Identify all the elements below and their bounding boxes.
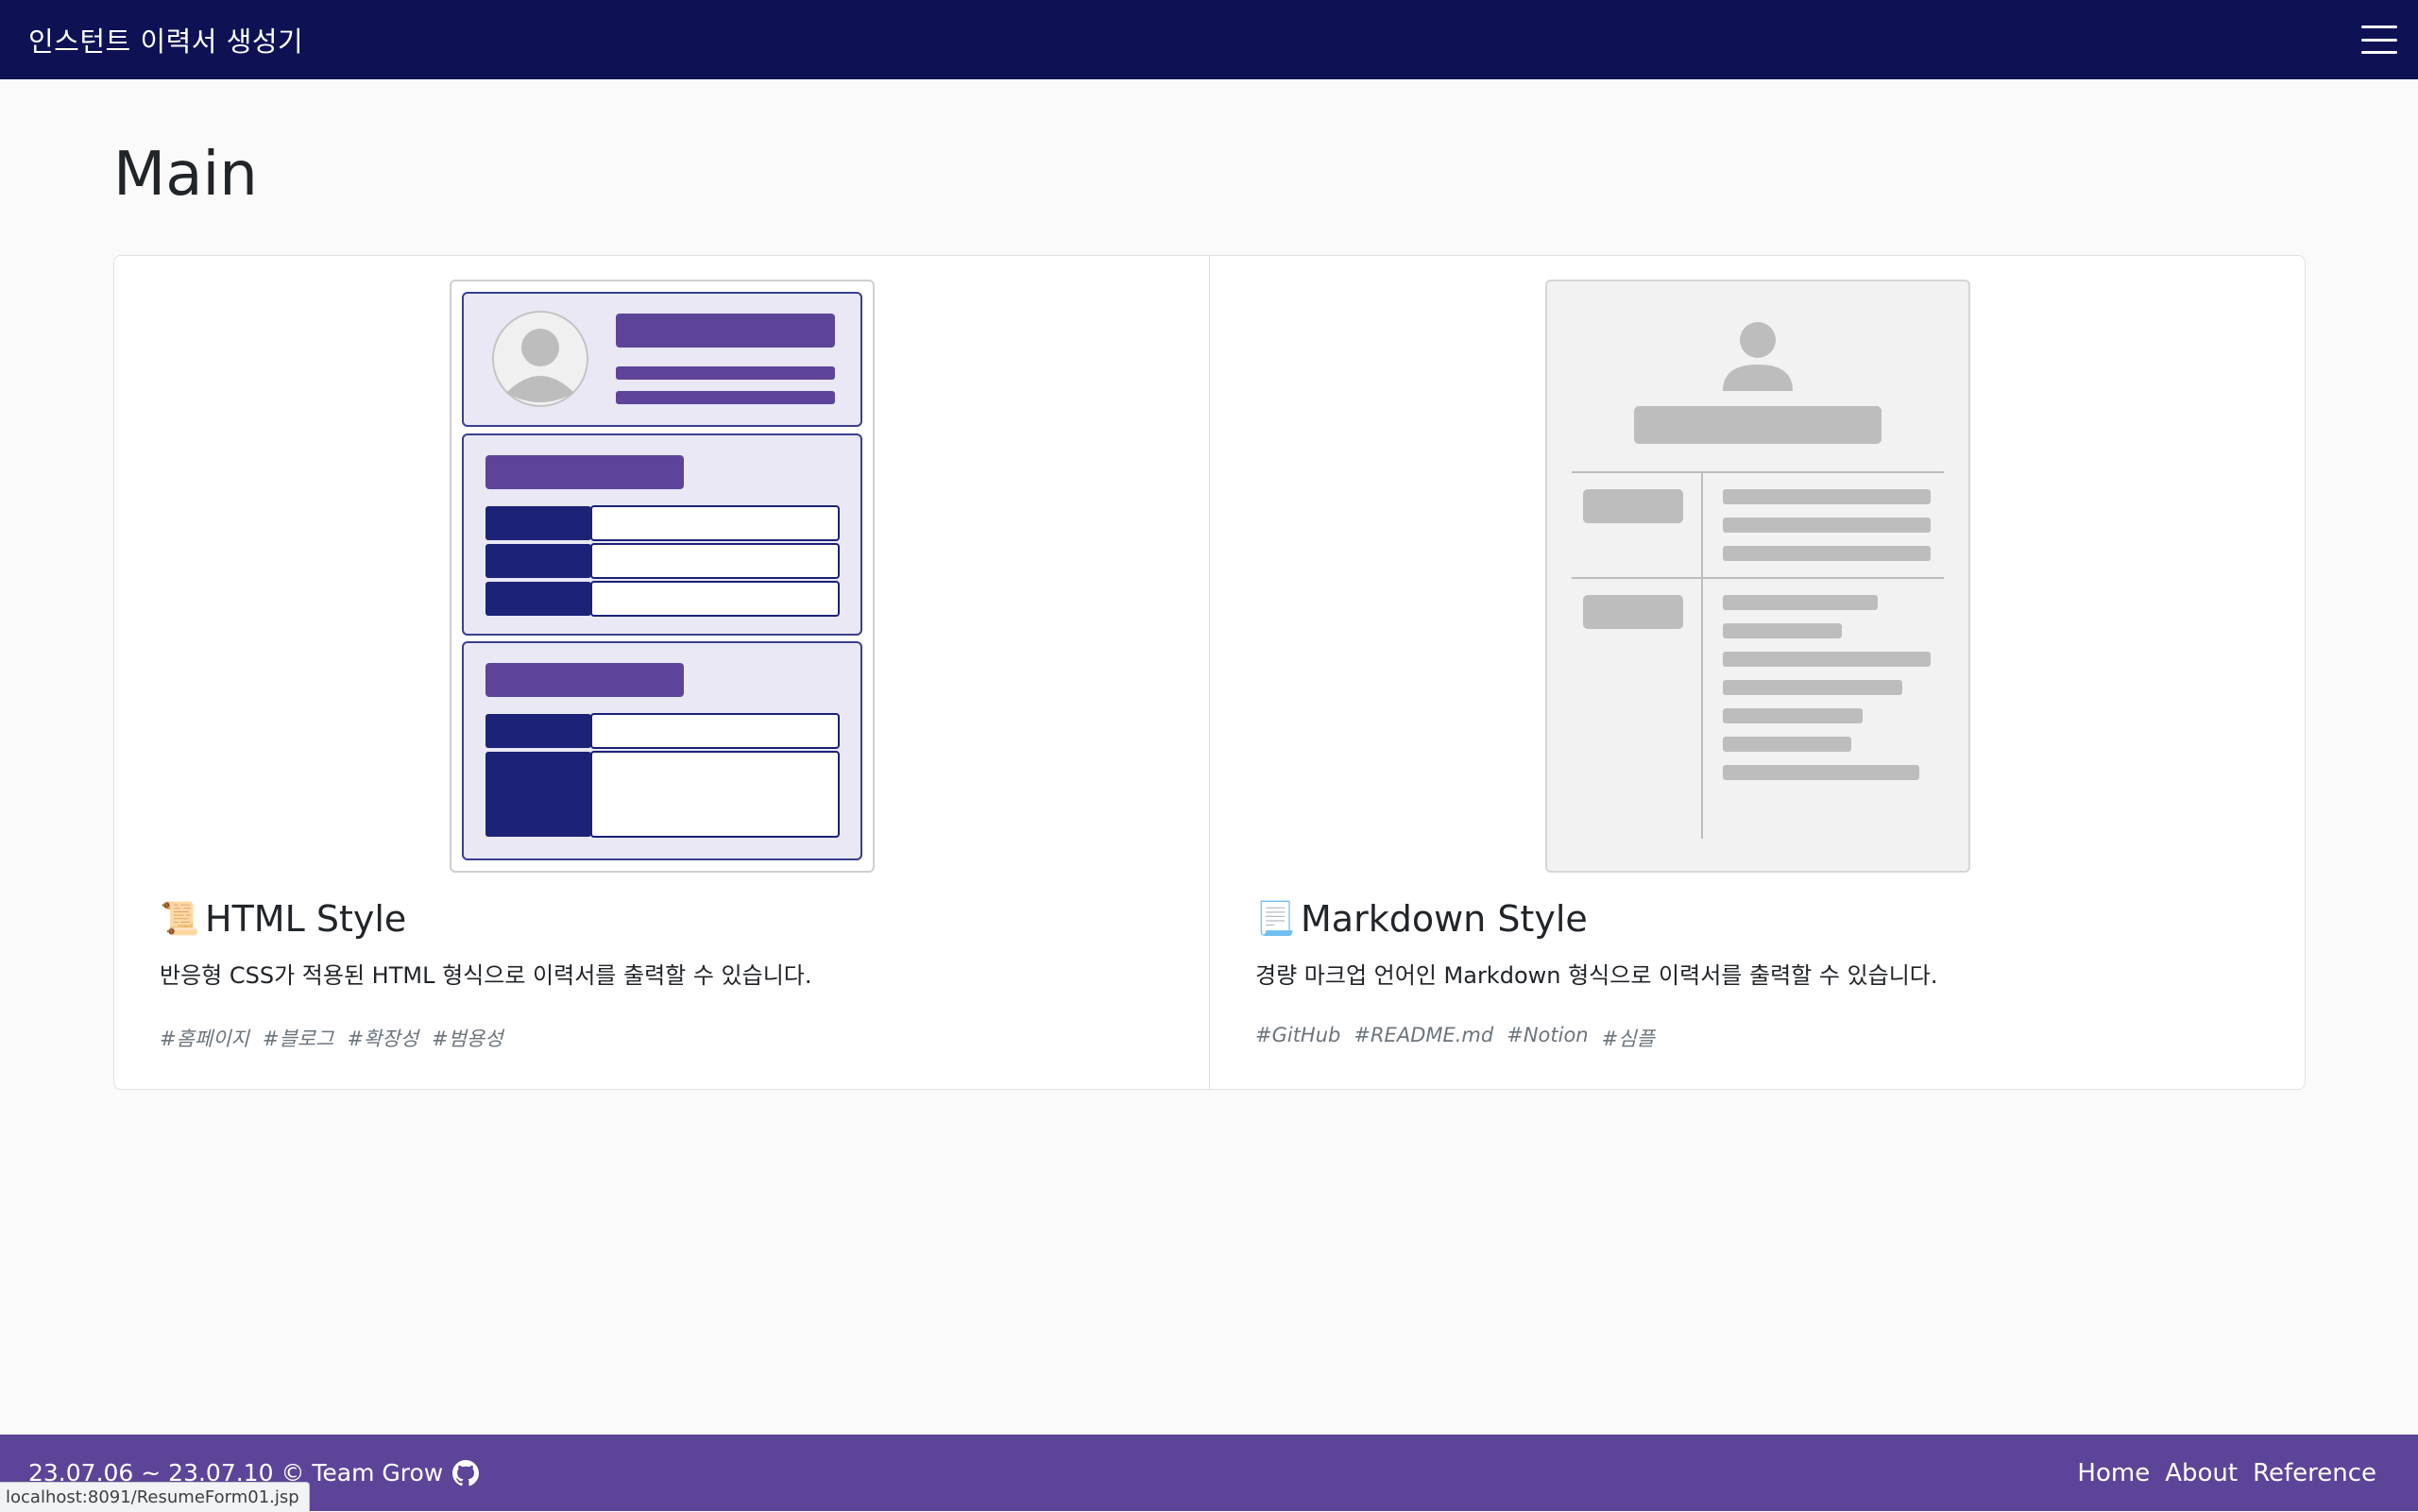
- markdown-style-card-body: 📃 Markdown Style 경량 마크업 언어인 Markdown 형식으…: [1255, 898, 2267, 1052]
- html-style-tags: #홈페이지 #블로그 #확장성 #범용성: [160, 1024, 1171, 1052]
- html-style-card[interactable]: 📜 HTML Style 반응형 CSS가 적용된 HTML 형식으로 이력서를…: [114, 256, 1209, 1089]
- footer-link-home[interactable]: Home: [2077, 1459, 2150, 1487]
- tag-item[interactable]: #README.md: [1354, 1024, 1493, 1052]
- html-style-title-text: HTML Style: [205, 898, 407, 940]
- browser-status-url: localhost:8091/ResumeForm01.jsp: [0, 1482, 310, 1512]
- style-card-group: 📜 HTML Style 반응형 CSS가 적용된 HTML 형식으로 이력서를…: [113, 255, 2306, 1090]
- top-navbar: 인스턴트 이력서 생성기: [0, 0, 2418, 79]
- site-footer: 23.07.06 ~ 23.07.10 © Team Grow Home Abo…: [0, 1435, 2418, 1511]
- markdown-style-title[interactable]: 📃 Markdown Style: [1255, 898, 2267, 940]
- tag-item[interactable]: #심플: [1602, 1024, 1655, 1052]
- tag-item[interactable]: #GitHub: [1255, 1024, 1340, 1052]
- footer-link-about[interactable]: About: [2165, 1459, 2238, 1487]
- html-style-card-body: 📜 HTML Style 반응형 CSS가 적용된 HTML 형식으로 이력서를…: [160, 898, 1171, 1052]
- html-style-description: 반응형 CSS가 적용된 HTML 형식으로 이력서를 출력할 수 있습니다.: [160, 962, 812, 989]
- markdown-style-tags: #GitHub #README.md #Notion #심플: [1255, 1024, 2267, 1052]
- footer-link-reference[interactable]: Reference: [2253, 1459, 2376, 1487]
- markdown-style-thumbnail[interactable]: [1545, 280, 1970, 873]
- tag-item[interactable]: #확장성: [347, 1024, 418, 1052]
- markdown-style-title-text: Markdown Style: [1301, 898, 1588, 940]
- markdown-style-description: 경량 마크업 언어인 Markdown 형식으로 이력서를 출력할 수 있습니다…: [1255, 962, 1938, 989]
- tag-item[interactable]: #Notion: [1507, 1024, 1588, 1052]
- footer-links: Home About Reference: [2077, 1459, 2376, 1487]
- hamburger-menu-icon[interactable]: [2361, 25, 2397, 54]
- html-style-title[interactable]: 📜 HTML Style: [160, 898, 1171, 940]
- tag-item[interactable]: #블로그: [263, 1024, 334, 1052]
- page-title: Main: [113, 140, 258, 210]
- markdown-style-card[interactable]: 📃 Markdown Style 경량 마크업 언어인 Markdown 형식으…: [1209, 256, 2305, 1089]
- github-icon[interactable]: [452, 1459, 480, 1487]
- page-icon: 📃: [1255, 900, 1296, 938]
- tag-item[interactable]: #홈페이지: [160, 1024, 249, 1052]
- scroll-icon: 📜: [160, 900, 200, 938]
- navbar-brand[interactable]: 인스턴트 이력서 생성기: [28, 20, 303, 59]
- html-style-thumbnail[interactable]: [450, 280, 875, 873]
- tag-item[interactable]: #범용성: [432, 1024, 503, 1052]
